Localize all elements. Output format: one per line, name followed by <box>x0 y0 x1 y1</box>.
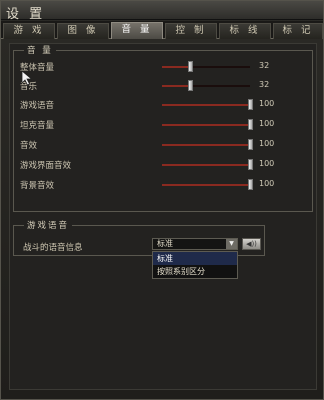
settings-panel: 音 量 整体音量 32 音乐 32 游戏语音 100 坦克音量 100 音效 100 游戏界面音效 1… <box>9 43 317 390</box>
volume-value: 100 <box>259 119 275 128</box>
volume-row: 音乐 32 <box>20 80 278 92</box>
volume-row: 坦克音量 100 <box>20 119 278 131</box>
volume-slider-thumb[interactable] <box>248 159 253 170</box>
voice-controls: 战斗的语音信息 标准 ▼ ◀)) 标准 按照系别区分 <box>13 225 313 285</box>
volume-value: 100 <box>259 99 275 108</box>
volume-group: 音 量 整体音量 32 音乐 32 游戏语音 100 坦克音量 100 音效 100 游戏界面音效 1… <box>13 44 313 212</box>
volume-row: 音效 100 <box>20 139 278 151</box>
volume-slider-fill <box>162 104 250 106</box>
volume-slider-thumb[interactable] <box>188 80 194 91</box>
volume-slider-fill <box>162 124 250 126</box>
volume-value: 100 <box>259 159 275 168</box>
volume-group-title: 音 量 <box>24 44 56 56</box>
volume-slider-thumb[interactable] <box>248 179 253 190</box>
volume-row: 背景音效 100 <box>20 179 278 191</box>
volume-slider-track[interactable] <box>162 80 250 91</box>
volume-value: 100 <box>259 179 275 188</box>
volume-value: 32 <box>259 61 270 70</box>
settings-window: 设 置 游 戏 图 像 音 量 控 制 标 线 标 记 音 量 整体音量 32 音乐… <box>0 0 324 400</box>
volume-slider-thumb[interactable] <box>188 61 194 72</box>
tab-game[interactable]: 游 戏 <box>3 23 55 39</box>
dropdown-option[interactable]: 按照系别区分 <box>153 265 237 278</box>
chevron-down-icon[interactable]: ▼ <box>226 239 237 249</box>
volume-value: 100 <box>259 139 275 148</box>
voice-mode-dropdown: 标准 按照系别区分 <box>152 251 238 279</box>
tab-reticle[interactable]: 标 线 <box>219 23 271 39</box>
voice-mode-value: 标准 <box>157 239 173 248</box>
window-title: 设 置 <box>6 7 46 22</box>
volume-row: 游戏语音 100 <box>20 99 278 111</box>
battle-voice-label: 战斗的语音信息 <box>23 243 83 253</box>
tab-sound[interactable]: 音 量 <box>111 22 163 39</box>
volume-label: 音效 <box>20 141 38 151</box>
volume-slider-track[interactable] <box>162 61 250 72</box>
volume-slider-fill <box>162 184 250 186</box>
volume-slider-thumb[interactable] <box>248 119 253 130</box>
volume-value: 32 <box>259 80 270 89</box>
tab-markers[interactable]: 标 记 <box>273 23 323 39</box>
volume-slider-track[interactable] <box>162 139 253 150</box>
volume-slider-fill <box>162 144 250 146</box>
volume-slider-thumb[interactable] <box>248 139 253 150</box>
voice-mode-select[interactable]: 标准 ▼ <box>152 238 238 250</box>
dropdown-option[interactable]: 标准 <box>153 252 237 265</box>
speaker-icon[interactable]: ◀)) <box>242 238 261 250</box>
volume-slider-track[interactable] <box>162 99 253 110</box>
volume-slider-track[interactable] <box>162 119 253 130</box>
volume-slider-track[interactable] <box>162 179 253 190</box>
tab-graphics[interactable]: 图 像 <box>57 23 109 39</box>
volume-slider-fill <box>162 66 191 68</box>
mouse-pointer-icon <box>21 70 33 86</box>
volume-slider-fill <box>162 164 250 166</box>
volume-slider-fill <box>162 85 191 87</box>
volume-label: 游戏语音 <box>20 101 55 111</box>
tab-bar: 游 戏 图 像 音 量 控 制 标 线 标 记 <box>1 21 323 39</box>
title-bar: 设 置 <box>1 1 323 22</box>
volume-label: 游戏界面音效 <box>20 161 72 171</box>
volume-slider-track[interactable] <box>162 159 253 170</box>
volume-slider-thumb[interactable] <box>248 99 253 110</box>
volume-row: 游戏界面音效 100 <box>20 159 278 171</box>
volume-label: 背景音效 <box>20 181 55 191</box>
volume-row: 整体音量 32 <box>20 61 278 73</box>
tab-controls[interactable]: 控 制 <box>165 23 217 39</box>
volume-label: 坦克音量 <box>20 121 55 131</box>
